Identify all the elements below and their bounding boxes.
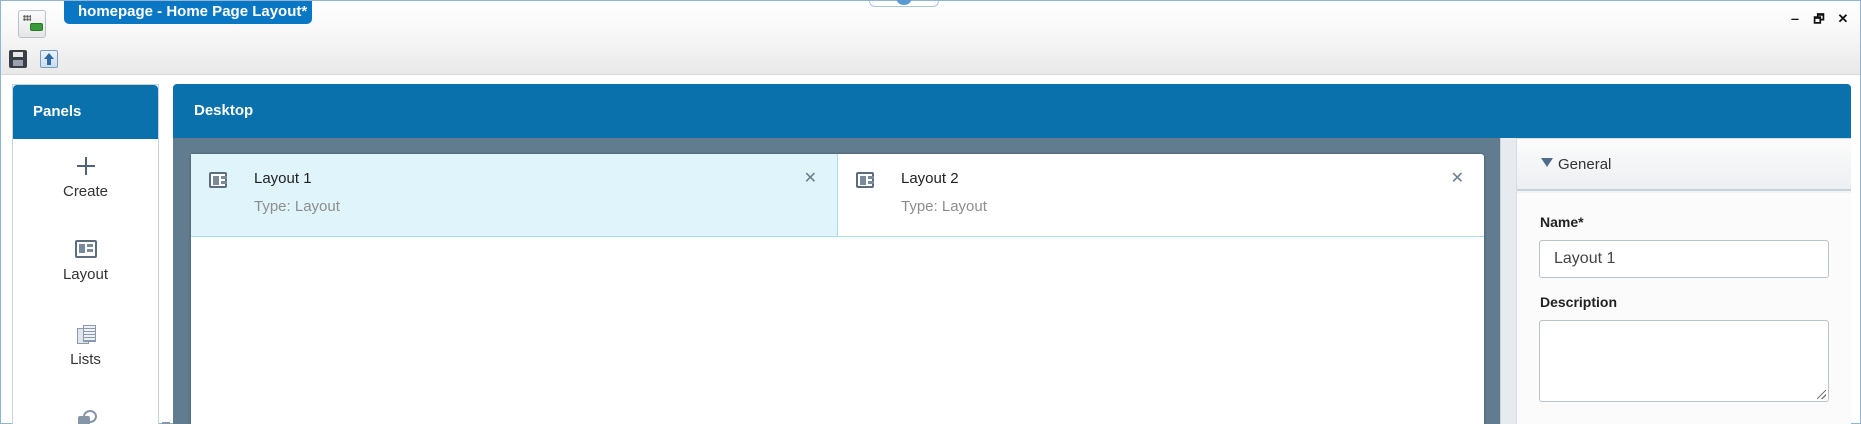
plus-icon xyxy=(75,157,97,175)
layout-tab-2[interactable]: Layout 2 Type: Layout ✕ xyxy=(837,154,1484,237)
collapse-arrow-icon xyxy=(1541,158,1553,167)
layout-type: Type: Layout xyxy=(901,198,987,215)
layout-canvas: Layout 1 Type: Layout ✕ Layout 2 Type: L… xyxy=(173,138,1500,424)
panel-item-layout[interactable]: Layout xyxy=(13,240,158,283)
layout-icon xyxy=(209,172,227,188)
resize-grip-icon[interactable] xyxy=(1817,390,1826,399)
close-button[interactable]: ✕ xyxy=(1835,11,1851,27)
window-title: homepage - Home Page Layout* xyxy=(64,1,312,24)
top-pull-tab[interactable] xyxy=(869,0,939,7)
panel-more-icon xyxy=(75,410,97,424)
app-icon[interactable] xyxy=(18,10,46,38)
properties-splitter[interactable] xyxy=(1500,138,1517,424)
save-icon[interactable] xyxy=(9,50,27,68)
general-section-label: General xyxy=(1558,156,1612,173)
layout-icon xyxy=(856,172,874,188)
layout-name: Layout 2 xyxy=(901,170,959,187)
name-label: Name* xyxy=(1540,214,1584,230)
description-label: Description xyxy=(1540,294,1618,310)
close-icon[interactable]: ✕ xyxy=(1451,168,1464,188)
layout-name: Layout 1 xyxy=(254,170,312,187)
panel-item-label: Create xyxy=(62,183,109,200)
desktop-area: Desktop Layout 1 Type: Layout ✕ Layout 2… xyxy=(173,84,1851,424)
layout-type: Type: Layout xyxy=(254,198,340,215)
panel-item-lists[interactable]: Lists xyxy=(13,325,158,368)
publish-icon[interactable] xyxy=(40,50,58,68)
close-icon[interactable]: ✕ xyxy=(804,168,817,188)
title-bar: homepage - Home Page Layout* ‒ 🗗 ✕ xyxy=(1,0,1860,75)
minimize-button[interactable]: ‒ xyxy=(1787,11,1803,27)
layout-container: Layout 1 Type: Layout ✕ Layout 2 Type: L… xyxy=(191,154,1484,424)
description-field[interactable] xyxy=(1539,320,1829,402)
panels-sidebar: Panels Create Layout Lists xyxy=(12,84,159,424)
panel-item-create[interactable]: Create xyxy=(13,157,158,200)
panels-header: Panels xyxy=(13,85,158,139)
lists-icon xyxy=(75,325,97,344)
layout-icon xyxy=(74,240,97,258)
app-window: homepage - Home Page Layout* ‒ 🗗 ✕ Panel… xyxy=(0,0,1861,424)
panel-item-more[interactable] xyxy=(13,410,158,424)
name-field[interactable] xyxy=(1539,240,1829,278)
properties-form: Name* Description xyxy=(1517,193,1851,424)
panel-item-label: Layout xyxy=(62,266,109,283)
restore-button[interactable]: 🗗 xyxy=(1811,11,1827,27)
desktop-header: Desktop xyxy=(173,84,1851,138)
panel-item-label: Lists xyxy=(70,351,101,368)
general-section-header[interactable]: General xyxy=(1517,138,1851,191)
layout-tab-1[interactable]: Layout 1 Type: Layout ✕ xyxy=(191,154,837,237)
